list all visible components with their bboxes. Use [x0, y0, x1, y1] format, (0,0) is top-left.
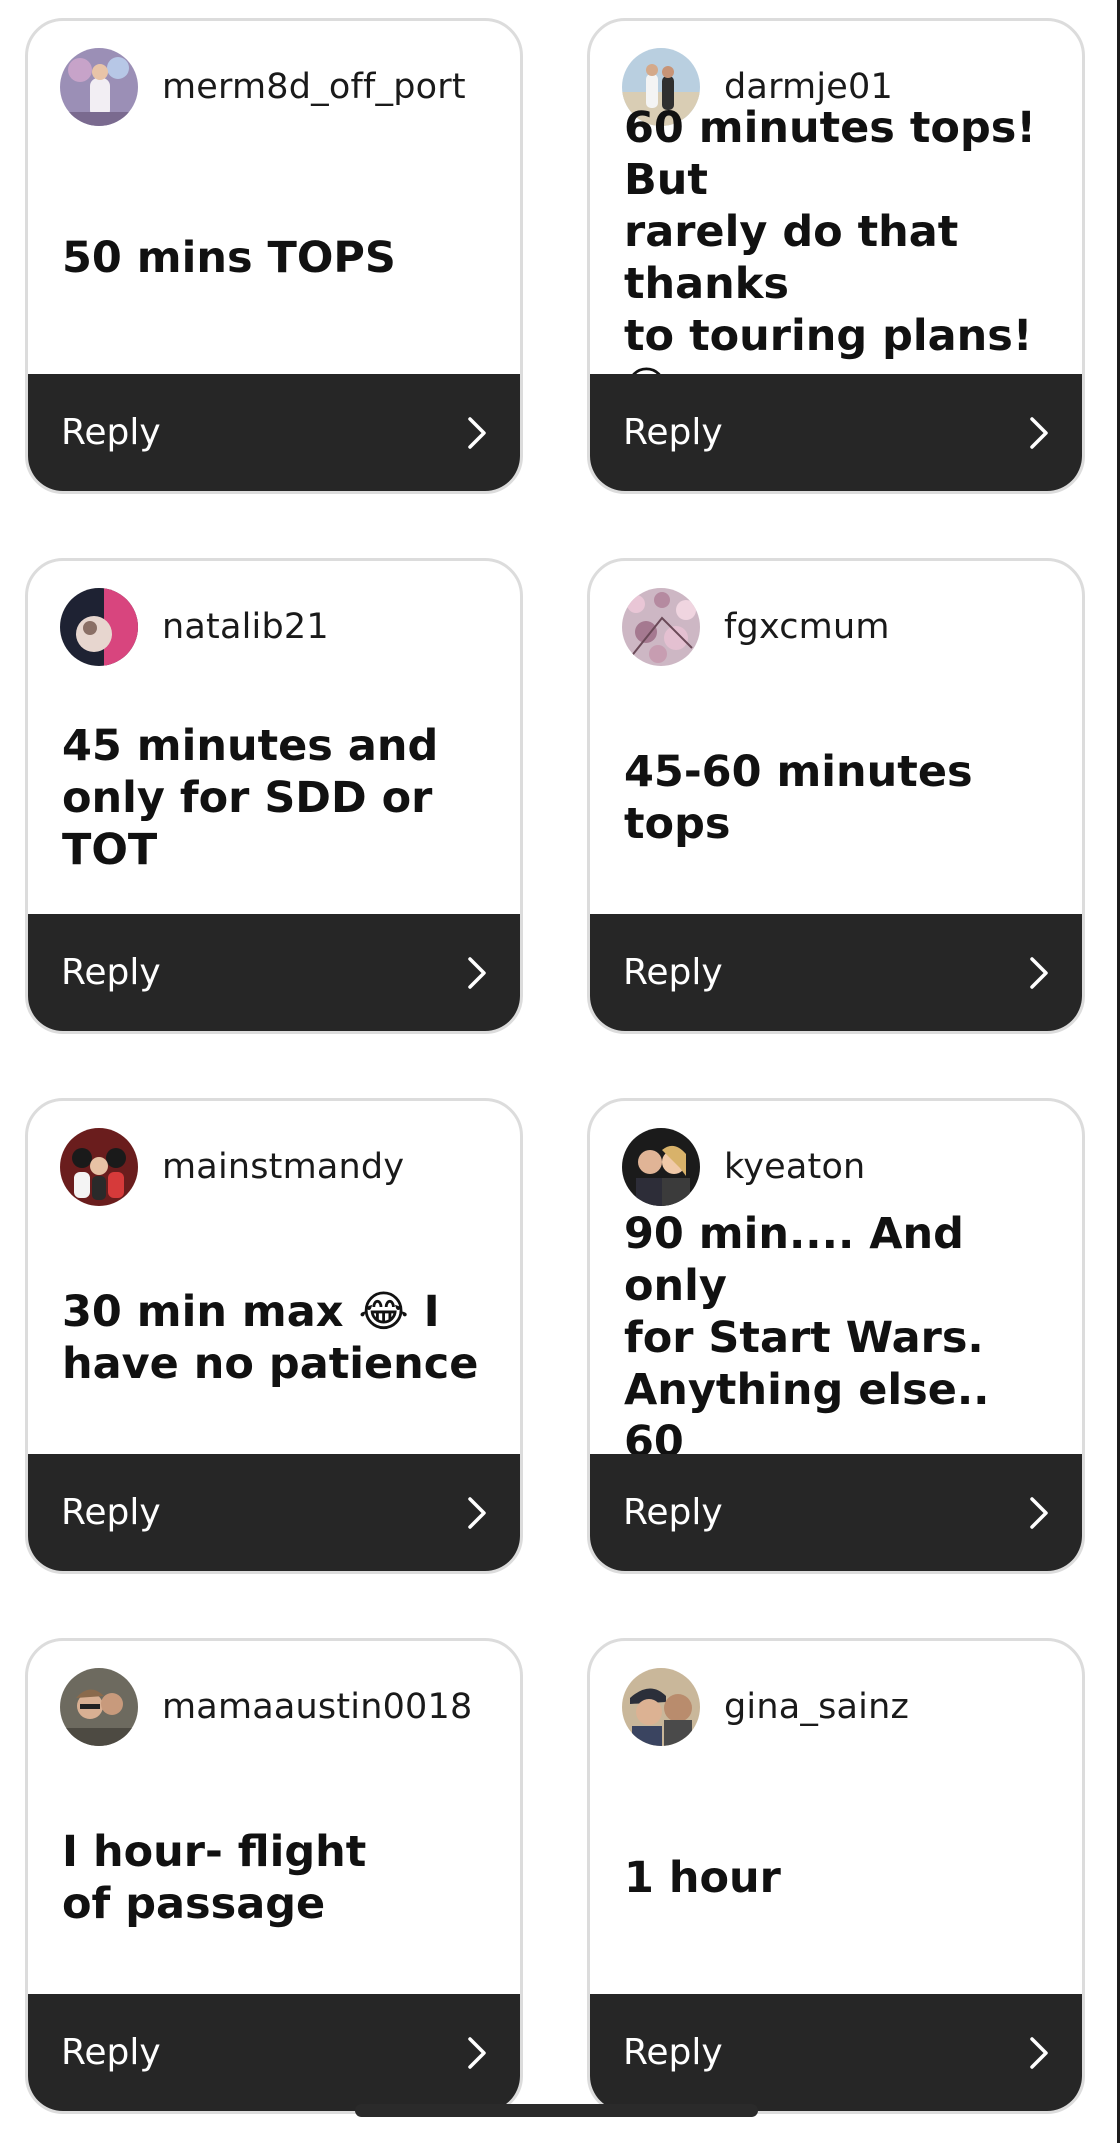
username[interactable]: fgxcmum	[724, 607, 890, 647]
comment-text: 30 min max 😂 I have no patience	[62, 1287, 479, 1389]
avatar[interactable]	[622, 588, 700, 666]
comment-text: 1 hour	[624, 1853, 781, 1903]
reply-label: Reply	[623, 1492, 723, 1533]
comment-text: 50 mins TOPS	[62, 233, 396, 283]
chevron-right-icon	[466, 1496, 488, 1530]
reply-label: Reply	[623, 412, 723, 453]
comment-card[interactable]: merm8d_off_port 50 mins TOPS Reply	[25, 18, 523, 494]
reply-button[interactable]: Reply	[590, 1454, 1082, 1571]
reply-button[interactable]: Reply	[28, 1454, 520, 1571]
comment-header: mamaaustin0018	[60, 1668, 472, 1746]
chevron-right-icon	[466, 2036, 488, 2070]
username[interactable]: mainstmandy	[162, 1147, 404, 1187]
comment-header: natalib21	[60, 588, 329, 666]
chevron-right-icon	[466, 416, 488, 450]
username[interactable]: mamaaustin0018	[162, 1687, 472, 1727]
reply-label: Reply	[61, 2032, 161, 2073]
comment-body: 30 min max 😂 I have no patience	[28, 1213, 520, 1463]
comment-text: 45-60 minutes tops	[624, 747, 973, 849]
chevron-right-icon	[1028, 1496, 1050, 1530]
reply-label: Reply	[61, 412, 161, 453]
comment-card[interactable]: natalib21 45 minutes and only for SDD or…	[25, 558, 523, 1034]
reply-button[interactable]: Reply	[28, 914, 520, 1031]
comment-card[interactable]: fgxcmum 45-60 minutes tops Reply	[587, 558, 1085, 1034]
username[interactable]: gina_sainz	[724, 1687, 909, 1727]
comment-card[interactable]: gina_sainz 1 hour Reply	[587, 1638, 1085, 2114]
comment-text: 90 min.... And only for Start Wars. Anyt…	[624, 1209, 990, 1467]
chevron-right-icon	[1028, 416, 1050, 450]
reply-label: Reply	[61, 952, 161, 993]
reply-button[interactable]: Reply	[590, 1994, 1082, 2111]
comment-header: merm8d_off_port	[60, 48, 466, 126]
chevron-right-icon	[1028, 2036, 1050, 2070]
comment-card[interactable]: darmje01 60 minutes tops! But rarely do …	[587, 18, 1085, 494]
reply-label: Reply	[61, 1492, 161, 1533]
comment-body: 45 minutes and only for SDD or TOT	[28, 673, 520, 923]
avatar[interactable]	[622, 1668, 700, 1746]
avatar[interactable]	[60, 48, 138, 126]
comment-body: 50 mins TOPS	[28, 133, 520, 383]
reply-button[interactable]: Reply	[590, 374, 1082, 491]
comment-body: 90 min.... And only for Start Wars. Anyt…	[590, 1209, 1082, 1467]
comment-text: 45 minutes and only for SDD or TOT	[62, 721, 439, 875]
comment-body: I hour- flight of passage	[28, 1753, 520, 2003]
username[interactable]: darmje01	[724, 67, 893, 107]
avatar[interactable]	[60, 588, 138, 666]
comment-header: gina_sainz	[622, 1668, 909, 1746]
reply-label: Reply	[623, 2032, 723, 2073]
comment-header: mainstmandy	[60, 1128, 404, 1206]
home-indicator[interactable]	[355, 2104, 758, 2117]
reply-button[interactable]: Reply	[28, 374, 520, 491]
comment-header: kyeaton	[622, 1128, 865, 1206]
reply-label: Reply	[623, 952, 723, 993]
comment-header: fgxcmum	[622, 588, 890, 666]
username[interactable]: merm8d_off_port	[162, 67, 466, 107]
chevron-right-icon	[1028, 956, 1050, 990]
comment-text: I hour- flight of passage	[62, 1827, 367, 1929]
comment-body: 1 hour	[590, 1753, 1082, 2003]
username[interactable]: natalib21	[162, 607, 329, 647]
chevron-right-icon	[466, 956, 488, 990]
avatar[interactable]	[622, 1128, 700, 1206]
comment-text: 60 minutes tops! But rarely do that than…	[624, 103, 1036, 413]
comment-card[interactable]: kyeaton 90 min.... And only for Start Wa…	[587, 1098, 1085, 1574]
avatar[interactable]	[60, 1668, 138, 1746]
comment-body: 60 minutes tops! But rarely do that than…	[590, 103, 1082, 413]
reply-button[interactable]: Reply	[28, 1994, 520, 2111]
comment-card[interactable]: mainstmandy 30 min max 😂 I have no patie…	[25, 1098, 523, 1574]
avatar[interactable]	[60, 1128, 138, 1206]
username[interactable]: kyeaton	[724, 1147, 865, 1187]
reply-button[interactable]: Reply	[590, 914, 1082, 1031]
comment-body: 45-60 minutes tops	[590, 673, 1082, 923]
comment-card[interactable]: mamaaustin0018 I hour- flight of passage…	[25, 1638, 523, 2114]
